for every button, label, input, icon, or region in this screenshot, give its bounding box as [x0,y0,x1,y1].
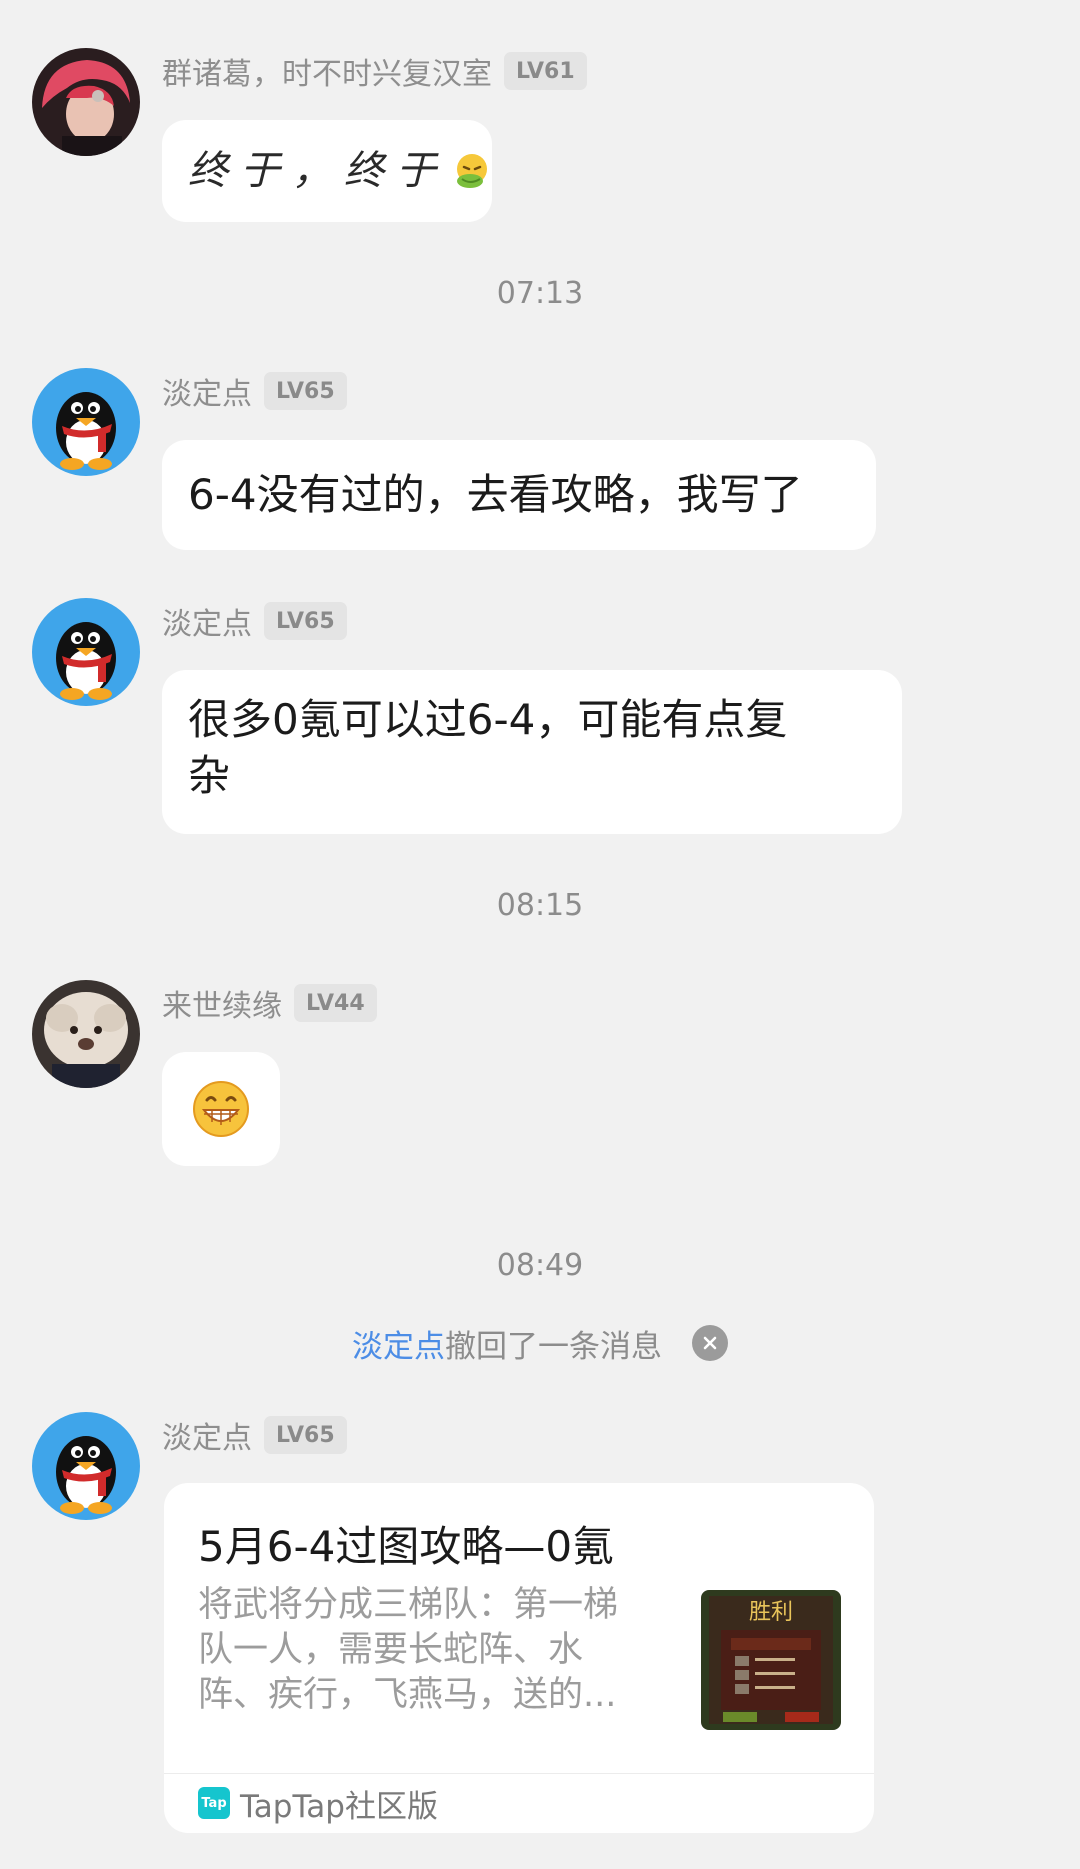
sender-name[interactable]: 淡定点 [162,599,252,643]
grin-emoji-icon [192,1080,250,1138]
recall-text: 撤回了一条消息 [445,1328,662,1365]
sender-name[interactable]: 淡定点 [162,1413,252,1457]
avatar[interactable] [32,598,140,706]
message-text: 6-4没有过的，去看攻略，我写了 [188,470,803,519]
message-text: 终于，终于 [188,148,448,194]
card-title: 5月6-4过图攻略—0氪 [198,1522,615,1571]
sender-row: 淡定点 LV65 [162,370,347,412]
level-badge: LV44 [294,984,377,1022]
card-footer: Tap TapTap社区版 [198,1773,438,1833]
timestamp: 07:13 [496,276,584,311]
link-card[interactable]: 5月6-4过图攻略—0氪 将武将分成三梯队：第一梯队一人，需要长蛇阵、水阵、疾行… [164,1483,874,1833]
sender-row: 淡定点 LV65 [162,1414,347,1456]
recall-sender-link[interactable]: 淡定点 [352,1321,445,1366]
sender-name[interactable]: 群诸葛，时不时兴复汉室 [162,49,492,93]
avatar[interactable] [32,980,140,1088]
sender-row: 淡定点 LV65 [162,600,347,642]
avatar[interactable] [32,368,140,476]
card-description: 将武将分成三梯队：第一梯队一人，需要长蛇阵、水阵、疾行，飞燕马，送的... [198,1585,619,1715]
message-bubble[interactable]: 很多0氪可以过6-4，可能有点复 杂 [162,670,902,834]
timestamp: 08:15 [496,888,584,923]
message-bubble[interactable] [162,1052,280,1166]
message-bubble[interactable]: 6-4没有过的，去看攻略，我写了 [162,440,876,550]
sender-row: 群诸葛，时不时兴复汉室 LV61 [162,50,587,92]
recall-notice: 淡定点 撤回了一条消息 [0,1320,1080,1366]
close-icon[interactable] [692,1325,728,1361]
sender-row: 来世续缘 LV44 [162,982,377,1024]
message-bubble[interactable]: 终于，终于 [162,120,492,222]
level-badge: LV61 [504,52,587,90]
card-source: TapTap社区版 [240,1788,438,1825]
message-text-line: 很多0氪可以过6-4，可能有点复 [188,695,788,744]
level-badge: LV65 [264,1416,347,1454]
sick-emoji-icon [452,151,492,191]
sender-name[interactable]: 淡定点 [162,369,252,413]
message-text-line: 杂 [188,751,231,800]
sender-name[interactable]: 来世续缘 [162,981,282,1025]
avatar[interactable] [32,48,140,156]
avatar[interactable] [32,1412,140,1520]
timestamp: 08:49 [496,1248,584,1283]
taptap-logo-icon: Tap [198,1787,230,1819]
thumb-title: 胜利 [748,1600,793,1625]
level-badge: LV65 [264,372,347,410]
card-thumbnail: 胜利 [701,1590,841,1730]
level-badge: LV65 [264,602,347,640]
